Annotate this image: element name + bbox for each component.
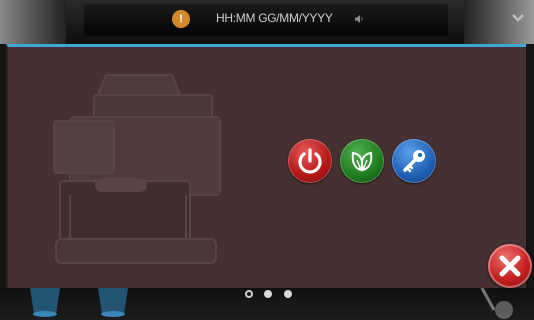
eco-leaf-icon: [351, 151, 373, 172]
power-icon: [298, 148, 322, 174]
page-indicator-dot[interactable]: [264, 290, 272, 298]
cup-icon: [30, 288, 60, 317]
cup-icon: [98, 288, 128, 317]
speaker-icon: [355, 15, 363, 23]
close-button[interactable]: [488, 244, 532, 288]
clock-datetime: HH:MM GG/MM/YYYY: [216, 11, 333, 25]
warning-icon[interactable]: !: [172, 10, 190, 28]
key-button[interactable]: [392, 139, 436, 183]
eco-mode-button[interactable]: [340, 139, 384, 183]
milk-jug-icon: [480, 288, 513, 319]
close-icon: [499, 255, 521, 277]
action-button-row: [288, 139, 438, 185]
top-status-bar: ! HH:MM GG/MM/YYYY: [0, 0, 534, 44]
power-button[interactable]: [288, 139, 332, 183]
page-indicator-dot[interactable]: [284, 290, 292, 298]
left-bezel: [0, 0, 66, 44]
overlay-panel: [6, 44, 526, 288]
key-icon: [403, 150, 425, 173]
coffee-machine-image: [53, 74, 221, 264]
page-indicator-dot[interactable]: [245, 290, 253, 298]
chevron-down-icon[interactable]: [510, 10, 526, 26]
